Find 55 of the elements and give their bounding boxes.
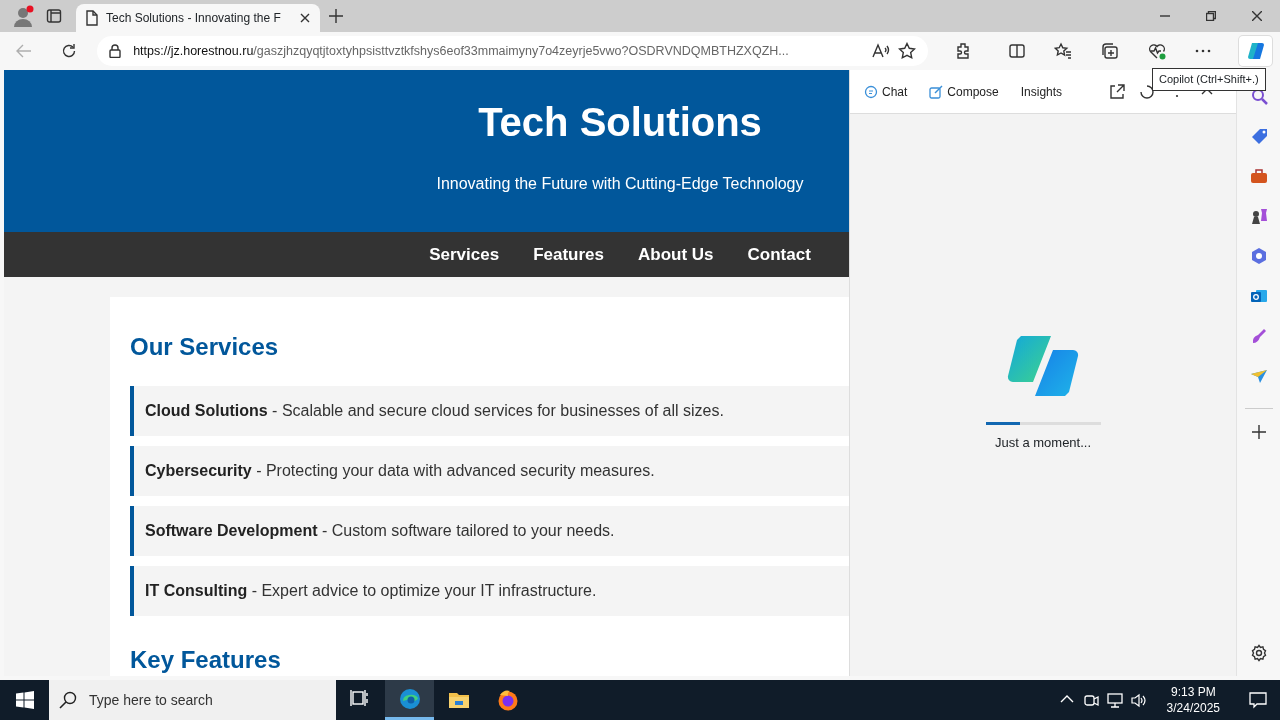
panel-tab[interactable]: Compose (929, 82, 999, 101)
document-icon (86, 10, 98, 26)
favorites-icon[interactable] (1054, 42, 1073, 60)
volume-icon[interactable] (1130, 692, 1147, 708)
clock-date: 3/24/2025 (1166, 700, 1220, 716)
settings-icon[interactable] (1249, 644, 1268, 662)
tooltip: Copilot (Ctrl+Shift+.) (1152, 68, 1266, 91)
chat-icon (864, 84, 878, 99)
star-icon[interactable] (897, 42, 916, 60)
section-heading: Our Services (130, 333, 280, 362)
search-icon (59, 691, 77, 709)
nav-link[interactable]: Features (516, 241, 621, 268)
panel-tab[interactable]: Chat (864, 82, 908, 101)
split-screen-icon[interactable] (1007, 42, 1026, 60)
edit-icon (929, 84, 944, 99)
copilot-logo-icon (1245, 41, 1266, 61)
open-external-icon[interactable] (1109, 83, 1125, 100)
nav-link[interactable]: Services (412, 241, 517, 268)
site-tagline: Innovating the Future with Cutting-Edge Technology (435, 174, 805, 194)
site-title: Tech Solutions (477, 99, 763, 146)
firefox-icon (496, 689, 519, 711)
search-field[interactable]: Type here to search (49, 680, 336, 720)
chess-pieces-icon[interactable] (1249, 207, 1268, 225)
panel-tab[interactable]: Insights (1020, 82, 1063, 101)
read-aloud-icon[interactable] (871, 43, 890, 59)
camera-icon[interactable] (1082, 692, 1099, 708)
new-tab-icon[interactable] (328, 8, 344, 24)
add-icon[interactable] (1251, 425, 1266, 439)
history-icon[interactable] (1139, 83, 1155, 100)
notifications-icon[interactable] (1249, 691, 1267, 709)
briefcase-icon[interactable] (1249, 167, 1268, 185)
address-bar[interactable]: https://jz.horestnou.ru/gaszjhzqyqtjtoxtyhpsisttvztkfshys6eof33mmaimyny7o4zeyrje5vwo?OSDRVNDQMBTHZXQZH... (97, 36, 928, 66)
mail-app-icon[interactable] (1249, 287, 1268, 305)
section-heading: Key Features (130, 645, 282, 675)
clock-time: 9:13 PM (1169, 684, 1217, 700)
restore-icon[interactable] (1206, 11, 1216, 21)
taskbar-app[interactable] (385, 680, 434, 720)
profile-icon[interactable] (12, 5, 34, 27)
lock-icon (109, 44, 122, 58)
paper-plane-icon[interactable] (1249, 367, 1268, 385)
heartbeat-icon[interactable] (1147, 42, 1166, 60)
nav-link[interactable]: About Us (621, 241, 731, 268)
browser-tab[interactable]: Tech Solutions - Innovating the F (76, 4, 320, 32)
refresh-icon[interactable] (60, 43, 77, 59)
back-arrow-icon (16, 44, 33, 58)
windows-logo-icon[interactable] (15, 691, 34, 709)
url-text: https://jz.horestnou.ru/gaszjhzqyqtjtoxtyhpsisttvztkfshys6eof33mmaimyny7o4zeyrje5vwo?OSDRVNDQMBTHZXQZH... (133, 42, 790, 60)
edge-browser-icon (398, 687, 421, 710)
copilot-logo-icon (1007, 334, 1079, 398)
hexagon-logo-icon[interactable] (1249, 247, 1268, 265)
copilot-button[interactable] (1239, 36, 1272, 66)
network-icon[interactable] (1106, 692, 1123, 708)
tab-actions-icon[interactable] (46, 8, 62, 24)
nav-link[interactable]: Contact (730, 241, 828, 268)
collections-icon[interactable] (1100, 42, 1119, 60)
